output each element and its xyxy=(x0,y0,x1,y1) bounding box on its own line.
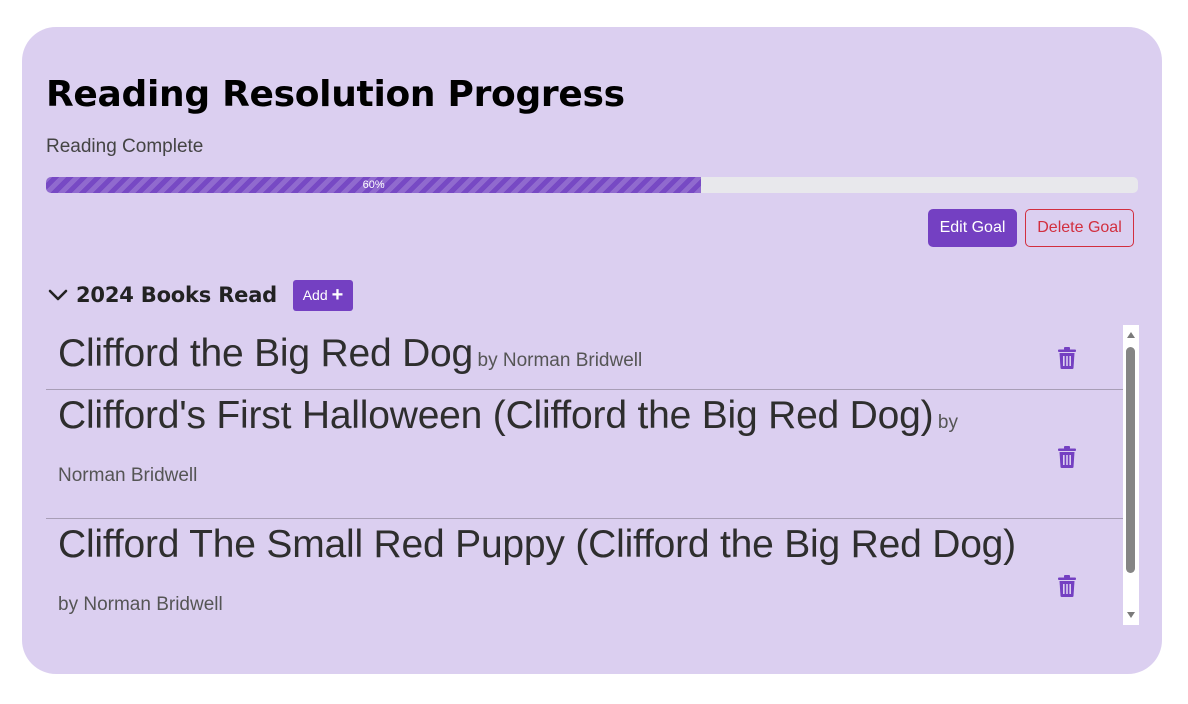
trash-icon[interactable] xyxy=(1058,575,1076,597)
list-scrollbar[interactable] xyxy=(1123,325,1139,625)
scroll-up-arrow-icon[interactable] xyxy=(1127,332,1135,338)
delete-goal-button[interactable]: Delete Goal xyxy=(1025,209,1134,247)
books-section-header: 2024 Books Read Add + xyxy=(46,279,354,311)
scroll-down-arrow-icon[interactable] xyxy=(1127,612,1135,618)
book-text: Clifford's First Halloween (Clifford the… xyxy=(58,390,1018,503)
plus-icon: + xyxy=(331,284,344,306)
trash-icon[interactable] xyxy=(1058,446,1076,468)
reading-goal-card: Reading Resolution Progress Reading Comp… xyxy=(22,27,1162,674)
chevron-down-icon[interactable] xyxy=(46,283,70,307)
book-author: by Norman Bridwell xyxy=(58,594,223,615)
page-title: Reading Resolution Progress xyxy=(46,74,625,115)
add-button-label: Add xyxy=(302,287,328,303)
list-item: Clifford The Small Red Puppy (Clifford t… xyxy=(46,519,1123,625)
list-item: Clifford the Big Red Dog by Norman Bridw… xyxy=(46,325,1123,390)
section-title: 2024 Books Read xyxy=(76,283,278,307)
books-list: Clifford the Big Red Dog by Norman Bridw… xyxy=(46,325,1123,625)
progress-label: 60% xyxy=(362,179,385,191)
list-item: Clifford's First Halloween (Clifford the… xyxy=(46,390,1123,519)
book-title: Clifford The Small Red Puppy (Clifford t… xyxy=(58,523,1016,566)
edit-goal-button[interactable]: Edit Goal xyxy=(928,209,1017,247)
add-book-button[interactable]: Add + xyxy=(293,279,354,311)
book-title: Clifford the Big Red Dog xyxy=(58,332,474,375)
book-text: Clifford The Small Red Puppy (Clifford t… xyxy=(58,519,1018,625)
progress-bar: 60% xyxy=(46,177,1138,193)
book-text: Clifford the Big Red Dog by Norman Bridw… xyxy=(58,329,1018,387)
book-title: Clifford's First Halloween (Clifford the… xyxy=(58,394,934,437)
scroll-thumb[interactable] xyxy=(1126,347,1135,573)
trash-icon[interactable] xyxy=(1058,347,1076,369)
book-author: by Norman Bridwell xyxy=(477,350,643,371)
progress-caption: Reading Complete xyxy=(46,136,204,157)
progress-fill: 60% xyxy=(46,177,702,193)
